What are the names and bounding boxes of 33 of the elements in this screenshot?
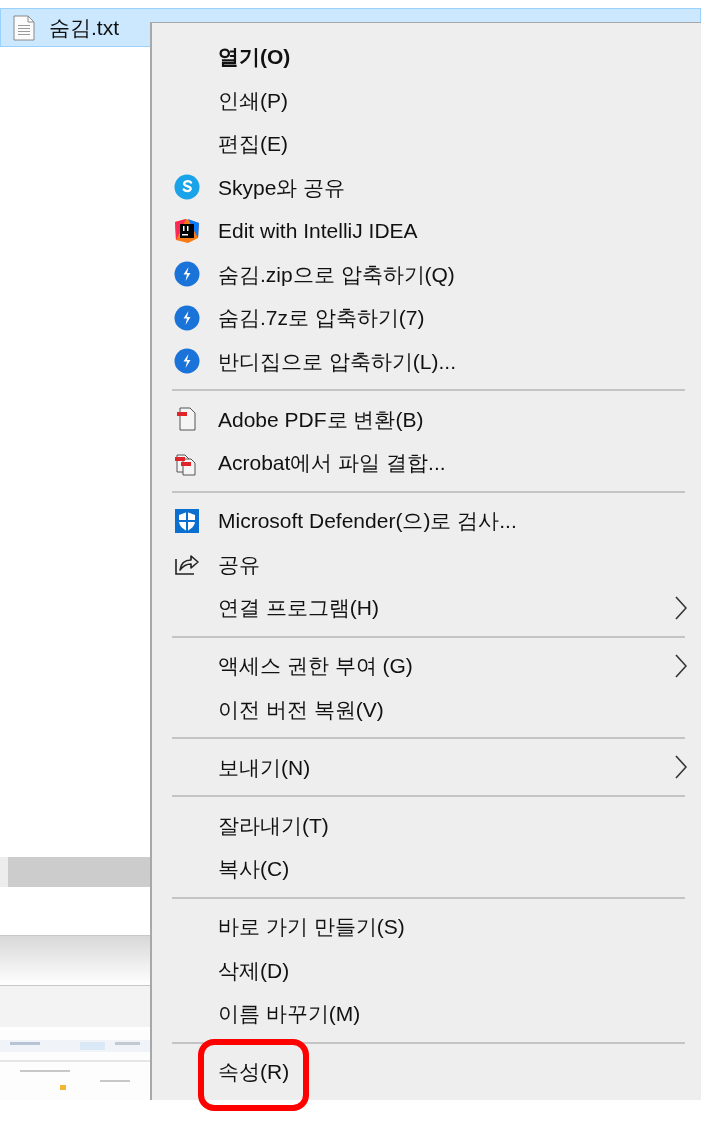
menu-item[interactable]: Edit with IntelliJ IDEA [152,209,701,253]
lightning-circle-icon [173,304,200,331]
menu-item[interactable]: 보내기(N) [152,745,701,789]
menu-item[interactable]: 인쇄(P) [152,78,701,122]
lightning-circle-icon [173,261,200,288]
menu-item[interactable]: Adobe PDF로 변환(B) [152,397,701,441]
menu-item[interactable]: 이름 바꾸기(M) [152,992,701,1036]
menu-item[interactable]: 열기(O) [152,35,701,79]
intellij-icon [173,217,200,244]
menu-item[interactable]: 연결 프로그램(H) [152,586,701,630]
menu-item[interactable]: Microsoft Defender(으)로 검사... [152,499,701,543]
menu-item[interactable]: 복사(C) [152,847,701,891]
menu-item[interactable]: 이전 버전 복원(V) [152,687,701,731]
menu-item[interactable]: 편집(E) [152,122,701,166]
menu-item[interactable]: Acrobat에서 파일 결합... [152,441,701,485]
menu-item[interactable]: 숨김.zip으로 압축하기(Q) [152,252,701,296]
shield-icon [173,507,200,534]
chevron-right-icon [675,595,687,620]
menu-item[interactable]: 잘라내기(T) [152,803,701,847]
text-file-icon [13,14,35,41]
menu-item[interactable]: Skype와 공유 [152,165,701,209]
chevron-right-icon [675,755,687,780]
menu-item[interactable]: 속성(R) [152,1050,701,1094]
file-name: 숨김.txt [49,14,119,41]
menu-item[interactable]: 삭제(D) [152,948,701,992]
skype-icon [173,174,200,201]
menu-item[interactable]: 공유 [152,542,701,586]
menu-item[interactable]: 반디집으로 압축하기(L)... [152,339,701,383]
chevron-right-icon [675,653,687,678]
menu-item[interactable]: 바로 가기 만들기(S) [152,905,701,949]
menu-item[interactable]: 액세스 권한 부여 (G) [152,644,701,688]
menu-item[interactable]: 숨김.7z로 압축하기(7) [152,296,701,340]
lightning-circle-icon [173,348,200,375]
